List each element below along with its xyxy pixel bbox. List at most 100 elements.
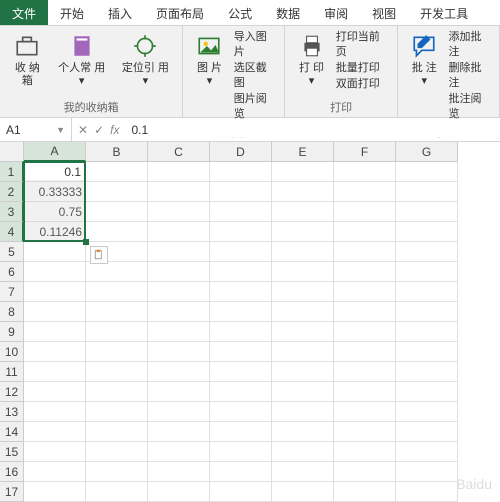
cell[interactable] [24, 282, 86, 302]
cell[interactable] [148, 482, 210, 502]
cell[interactable] [148, 202, 210, 222]
tab-formula[interactable]: 公式 [216, 0, 264, 25]
cell[interactable]: 0.33333 [24, 182, 86, 202]
cell[interactable] [334, 322, 396, 342]
formula-input[interactable] [125, 123, 500, 137]
cell[interactable] [396, 282, 458, 302]
row-header[interactable]: 11 [0, 362, 24, 382]
cell[interactable] [148, 442, 210, 462]
comment-browse[interactable]: 批注阅览 [448, 92, 491, 122]
cell[interactable] [334, 362, 396, 382]
cell[interactable]: 0.11246 [24, 222, 86, 242]
cell[interactable] [24, 402, 86, 422]
cell[interactable] [148, 302, 210, 322]
column-header[interactable]: D [210, 142, 272, 162]
cell[interactable] [86, 182, 148, 202]
cell[interactable] [210, 282, 272, 302]
cell[interactable] [148, 462, 210, 482]
name-box[interactable]: A1 ▼ [0, 118, 72, 141]
cell[interactable] [334, 402, 396, 422]
cell[interactable] [396, 442, 458, 462]
chevron-down-icon[interactable]: ▼ [56, 125, 65, 135]
cell[interactable] [272, 382, 334, 402]
cell[interactable] [396, 242, 458, 262]
cell[interactable] [86, 482, 148, 502]
cell[interactable] [86, 162, 148, 182]
cell[interactable] [272, 422, 334, 442]
tab-review[interactable]: 审阅 [312, 0, 360, 25]
row-header[interactable]: 1 [0, 162, 24, 182]
cell[interactable] [86, 362, 148, 382]
cell[interactable] [210, 182, 272, 202]
column-header[interactable]: G [396, 142, 458, 162]
print-duplex[interactable]: 双面打印 [336, 77, 389, 92]
cell[interactable] [272, 462, 334, 482]
row-header[interactable]: 14 [0, 422, 24, 442]
row-header[interactable]: 9 [0, 322, 24, 342]
cell[interactable] [272, 162, 334, 182]
tab-dev[interactable]: 开发工具 [408, 0, 480, 25]
cell[interactable] [396, 402, 458, 422]
column-header[interactable]: E [272, 142, 334, 162]
cell[interactable] [24, 422, 86, 442]
row-header[interactable]: 6 [0, 262, 24, 282]
cell[interactable] [24, 382, 86, 402]
cell[interactable] [86, 402, 148, 422]
cell[interactable] [86, 442, 148, 462]
personal-button[interactable]: 个人常 用 ▾ [53, 30, 111, 90]
row-header[interactable]: 10 [0, 342, 24, 362]
confirm-icon[interactable]: ✓ [94, 123, 104, 137]
cell[interactable] [86, 382, 148, 402]
row-header[interactable]: 12 [0, 382, 24, 402]
cancel-icon[interactable]: ✕ [78, 123, 88, 137]
cell[interactable] [148, 342, 210, 362]
paste-options-button[interactable] [90, 246, 108, 264]
cell[interactable] [86, 342, 148, 362]
cell[interactable] [334, 222, 396, 242]
cell[interactable] [272, 342, 334, 362]
comment-add[interactable]: 添加批注 [448, 30, 491, 60]
tab-insert[interactable]: 插入 [96, 0, 144, 25]
cell[interactable] [210, 462, 272, 482]
row-header[interactable]: 5 [0, 242, 24, 262]
cell[interactable] [396, 322, 458, 342]
tab-data[interactable]: 数据 [264, 0, 312, 25]
cell[interactable] [148, 402, 210, 422]
cell[interactable] [396, 382, 458, 402]
cell[interactable] [334, 262, 396, 282]
cell[interactable] [272, 362, 334, 382]
comment-button[interactable]: 批 注 ▾ [406, 30, 443, 90]
cell[interactable] [272, 202, 334, 222]
cell[interactable] [24, 342, 86, 362]
cell[interactable] [24, 482, 86, 502]
cell[interactable] [24, 242, 86, 262]
tab-layout[interactable]: 页面布局 [144, 0, 216, 25]
cell[interactable] [148, 222, 210, 242]
row-header[interactable]: 4 [0, 222, 24, 242]
import-picture[interactable]: 导入图片 [234, 30, 277, 60]
row-header[interactable]: 2 [0, 182, 24, 202]
print-button[interactable]: 打 印 ▾ [293, 30, 330, 90]
cell[interactable] [334, 162, 396, 182]
print-batch[interactable]: 批量打印 [336, 61, 389, 76]
cell[interactable] [148, 282, 210, 302]
row-header[interactable]: 16 [0, 462, 24, 482]
row-header[interactable]: 8 [0, 302, 24, 322]
cell[interactable] [148, 182, 210, 202]
cell[interactable] [210, 422, 272, 442]
cell[interactable] [86, 422, 148, 442]
cell[interactable] [148, 262, 210, 282]
cell[interactable] [334, 382, 396, 402]
cell[interactable] [396, 162, 458, 182]
selection-screenshot[interactable]: 选区截图 [234, 61, 277, 91]
cell[interactable] [396, 362, 458, 382]
cell[interactable] [210, 222, 272, 242]
cell[interactable] [86, 462, 148, 482]
cell[interactable] [272, 222, 334, 242]
cell[interactable] [396, 182, 458, 202]
cell[interactable] [210, 202, 272, 222]
comment-delete[interactable]: 删除批注 [448, 61, 491, 91]
row-header[interactable]: 15 [0, 442, 24, 462]
cell[interactable] [210, 342, 272, 362]
cell[interactable] [148, 382, 210, 402]
